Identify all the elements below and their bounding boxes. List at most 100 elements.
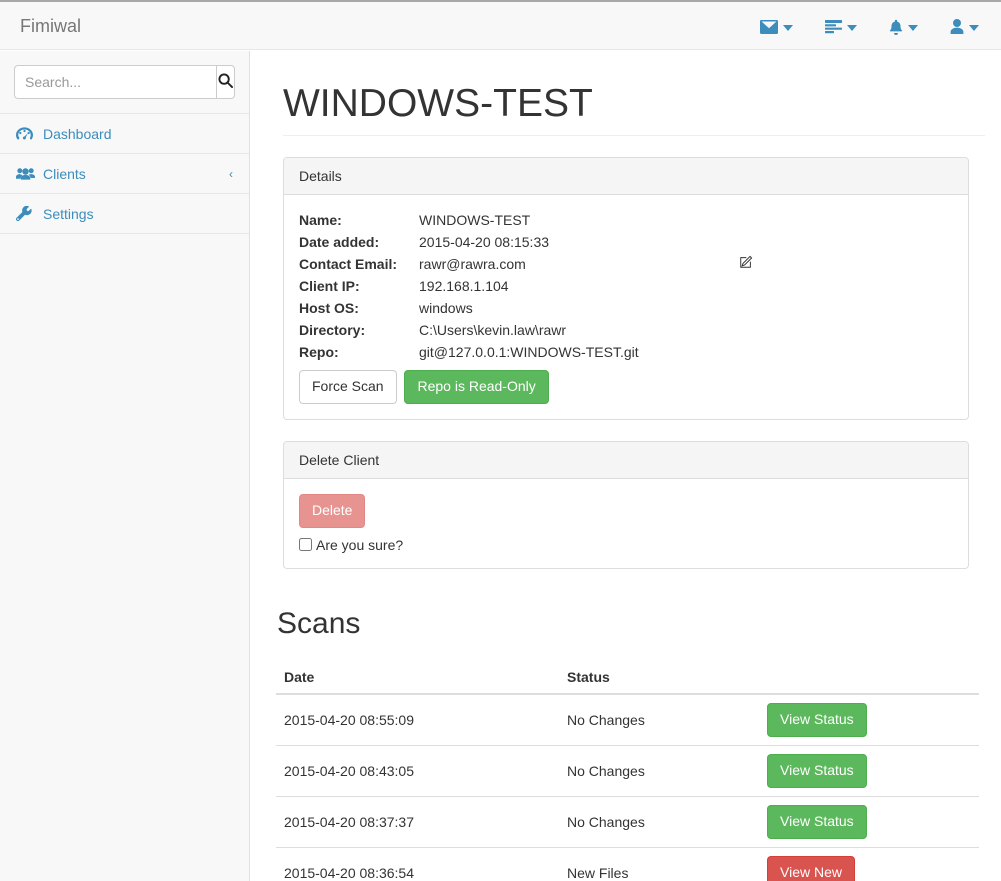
search-button[interactable]: [216, 65, 235, 99]
scans-table-head: Date Status: [276, 660, 979, 695]
detail-label: Date added:: [299, 233, 380, 250]
detail-label: Directory:: [299, 321, 366, 338]
scans-title: Scans: [277, 606, 361, 640]
tasks-menu[interactable]: [809, 2, 873, 51]
detail-extra: [639, 210, 753, 232]
scan-status: No Changes: [559, 744, 759, 797]
chevron-left-icon: ‹: [229, 166, 233, 181]
detail-label: Contact Email:: [299, 255, 398, 272]
delete-panel-body: Delete Are you sure?: [284, 479, 968, 568]
edit-email-button[interactable]: [639, 254, 753, 276]
user-icon: [950, 19, 964, 34]
scan-date: 2015-04-20 08:55:09: [276, 693, 559, 746]
scan-action-cell: View Status: [759, 795, 979, 848]
column-header-status: Status: [559, 660, 759, 695]
scan-status: No Changes: [559, 795, 759, 848]
chevron-down-icon: [847, 24, 857, 31]
search-input[interactable]: [14, 65, 216, 99]
sidebar-search: [14, 65, 235, 99]
force-scan-button[interactable]: Force Scan: [299, 369, 397, 404]
detail-row: Client IP: 192.168.1.104: [299, 276, 753, 298]
delete-client-panel: Delete Client Delete Are you sure?: [283, 440, 969, 569]
detail-value: windows: [419, 299, 473, 316]
repo-readonly-button[interactable]: Repo is Read-Only: [404, 369, 549, 404]
scan-date: 2015-04-20 08:36:54: [276, 846, 559, 881]
view-status-button[interactable]: View Status: [767, 804, 867, 839]
detail-value: git@127.0.0.1:WINDOWS-TEST.git: [419, 343, 639, 360]
detail-label: Client IP:: [299, 277, 360, 294]
view-status-button[interactable]: View Status: [767, 753, 867, 788]
user-menu[interactable]: [934, 2, 995, 51]
table-row: 2015-04-20 08:37:37 No Changes View Stat…: [276, 795, 979, 848]
detail-label: Host OS:: [299, 299, 359, 316]
details-panel-body: Name: WINDOWS-TEST Date added: 2015-04-2…: [284, 195, 968, 419]
detail-extra: [639, 320, 753, 342]
sidebar-item-label: Settings: [43, 205, 94, 222]
dashboard-icon: [16, 126, 38, 141]
notifications-menu[interactable]: [873, 2, 934, 51]
bell-icon: [889, 19, 903, 35]
detail-value: rawr@rawra.com: [419, 255, 526, 272]
table-row: 2015-04-20 08:55:09 No Changes View Stat…: [276, 693, 979, 746]
delete-button[interactable]: Delete: [299, 493, 366, 528]
details-panel-heading: Details: [284, 157, 968, 195]
detail-row: Repo: git@127.0.0.1:WINDOWS-TEST.git: [299, 342, 753, 364]
column-header-date: Date: [276, 660, 559, 695]
delete-panel-heading: Delete Client: [284, 441, 968, 479]
search-icon: [218, 73, 233, 91]
scan-status: No Changes: [559, 693, 759, 746]
detail-row: Host OS: windows: [299, 298, 753, 320]
detail-label: Repo:: [299, 343, 339, 360]
main-content: WINDOWS-TEST Details Name: WINDOWS-TEST …: [251, 51, 1001, 881]
scan-action-cell: View New: [759, 846, 979, 881]
wrench-icon: [16, 205, 38, 222]
sidebar-item-label: Clients: [43, 165, 86, 182]
detail-value: 2015-04-20 08:15:33: [419, 233, 550, 250]
sidebar-item-dashboard[interactable]: Dashboard: [0, 113, 249, 154]
details-actions: Force Scan Repo is Read-Only: [299, 369, 953, 404]
detail-extra: [639, 298, 753, 320]
detail-value: 192.168.1.104: [419, 277, 509, 294]
confirm-delete-row[interactable]: Are you sure?: [299, 537, 953, 553]
scan-status: New Files: [559, 846, 759, 881]
confirm-delete-checkbox[interactable]: [299, 538, 312, 552]
edit-icon: [739, 255, 753, 272]
chevron-down-icon: [908, 24, 918, 31]
column-header-action: [759, 660, 979, 695]
navbar-right-menu: [744, 2, 995, 51]
chevron-down-icon: [969, 24, 979, 31]
users-icon: [16, 167, 38, 180]
scan-date: 2015-04-20 08:37:37: [276, 795, 559, 848]
view-status-button[interactable]: View Status: [767, 702, 867, 737]
messages-menu[interactable]: [744, 2, 809, 51]
sidebar-nav: Dashboard Clients ‹ Settings: [0, 113, 249, 234]
confirm-delete-label: Are you sure?: [316, 536, 404, 553]
scan-action-cell: View Status: [759, 693, 979, 746]
envelope-icon: [760, 19, 778, 34]
sidebar-item-label: Dashboard: [43, 125, 112, 142]
view-new-button[interactable]: View New: [767, 856, 855, 881]
scans-table-body: 2015-04-20 08:55:09 No Changes View Stat…: [276, 693, 979, 881]
sidebar-item-settings[interactable]: Settings: [0, 193, 249, 234]
detail-label: Name:: [299, 211, 342, 228]
detail-row: Date added: 2015-04-20 08:15:33: [299, 232, 753, 254]
scan-action-cell: View Status: [759, 744, 979, 797]
detail-extra: [639, 342, 753, 364]
details-table: Name: WINDOWS-TEST Date added: 2015-04-2…: [299, 210, 753, 364]
detail-row: Directory: C:\Users\kevin.law\rawr: [299, 320, 753, 342]
detail-extra: [639, 276, 753, 298]
sidebar-item-clients[interactable]: Clients ‹: [0, 153, 249, 194]
chevron-down-icon: [783, 24, 793, 31]
top-navbar: Fimiwal: [0, 0, 1001, 50]
scans-header-row: Date Status: [276, 660, 979, 695]
brand-logo[interactable]: Fimiwal: [15, 2, 86, 51]
details-panel: Details Name: WINDOWS-TEST Date added: 2…: [283, 156, 969, 420]
table-row: 2015-04-20 08:36:54 New Files View New: [276, 846, 979, 881]
sidebar: Dashboard Clients ‹: [0, 51, 250, 881]
table-row: 2015-04-20 08:43:05 No Changes View Stat…: [276, 744, 979, 797]
detail-row: Contact Email: rawr@rawra.com: [299, 254, 753, 276]
detail-value: C:\Users\kevin.law\rawr: [419, 321, 567, 338]
scan-date: 2015-04-20 08:43:05: [276, 744, 559, 797]
tasks-icon: [825, 19, 842, 34]
detail-value: WINDOWS-TEST: [419, 211, 531, 228]
